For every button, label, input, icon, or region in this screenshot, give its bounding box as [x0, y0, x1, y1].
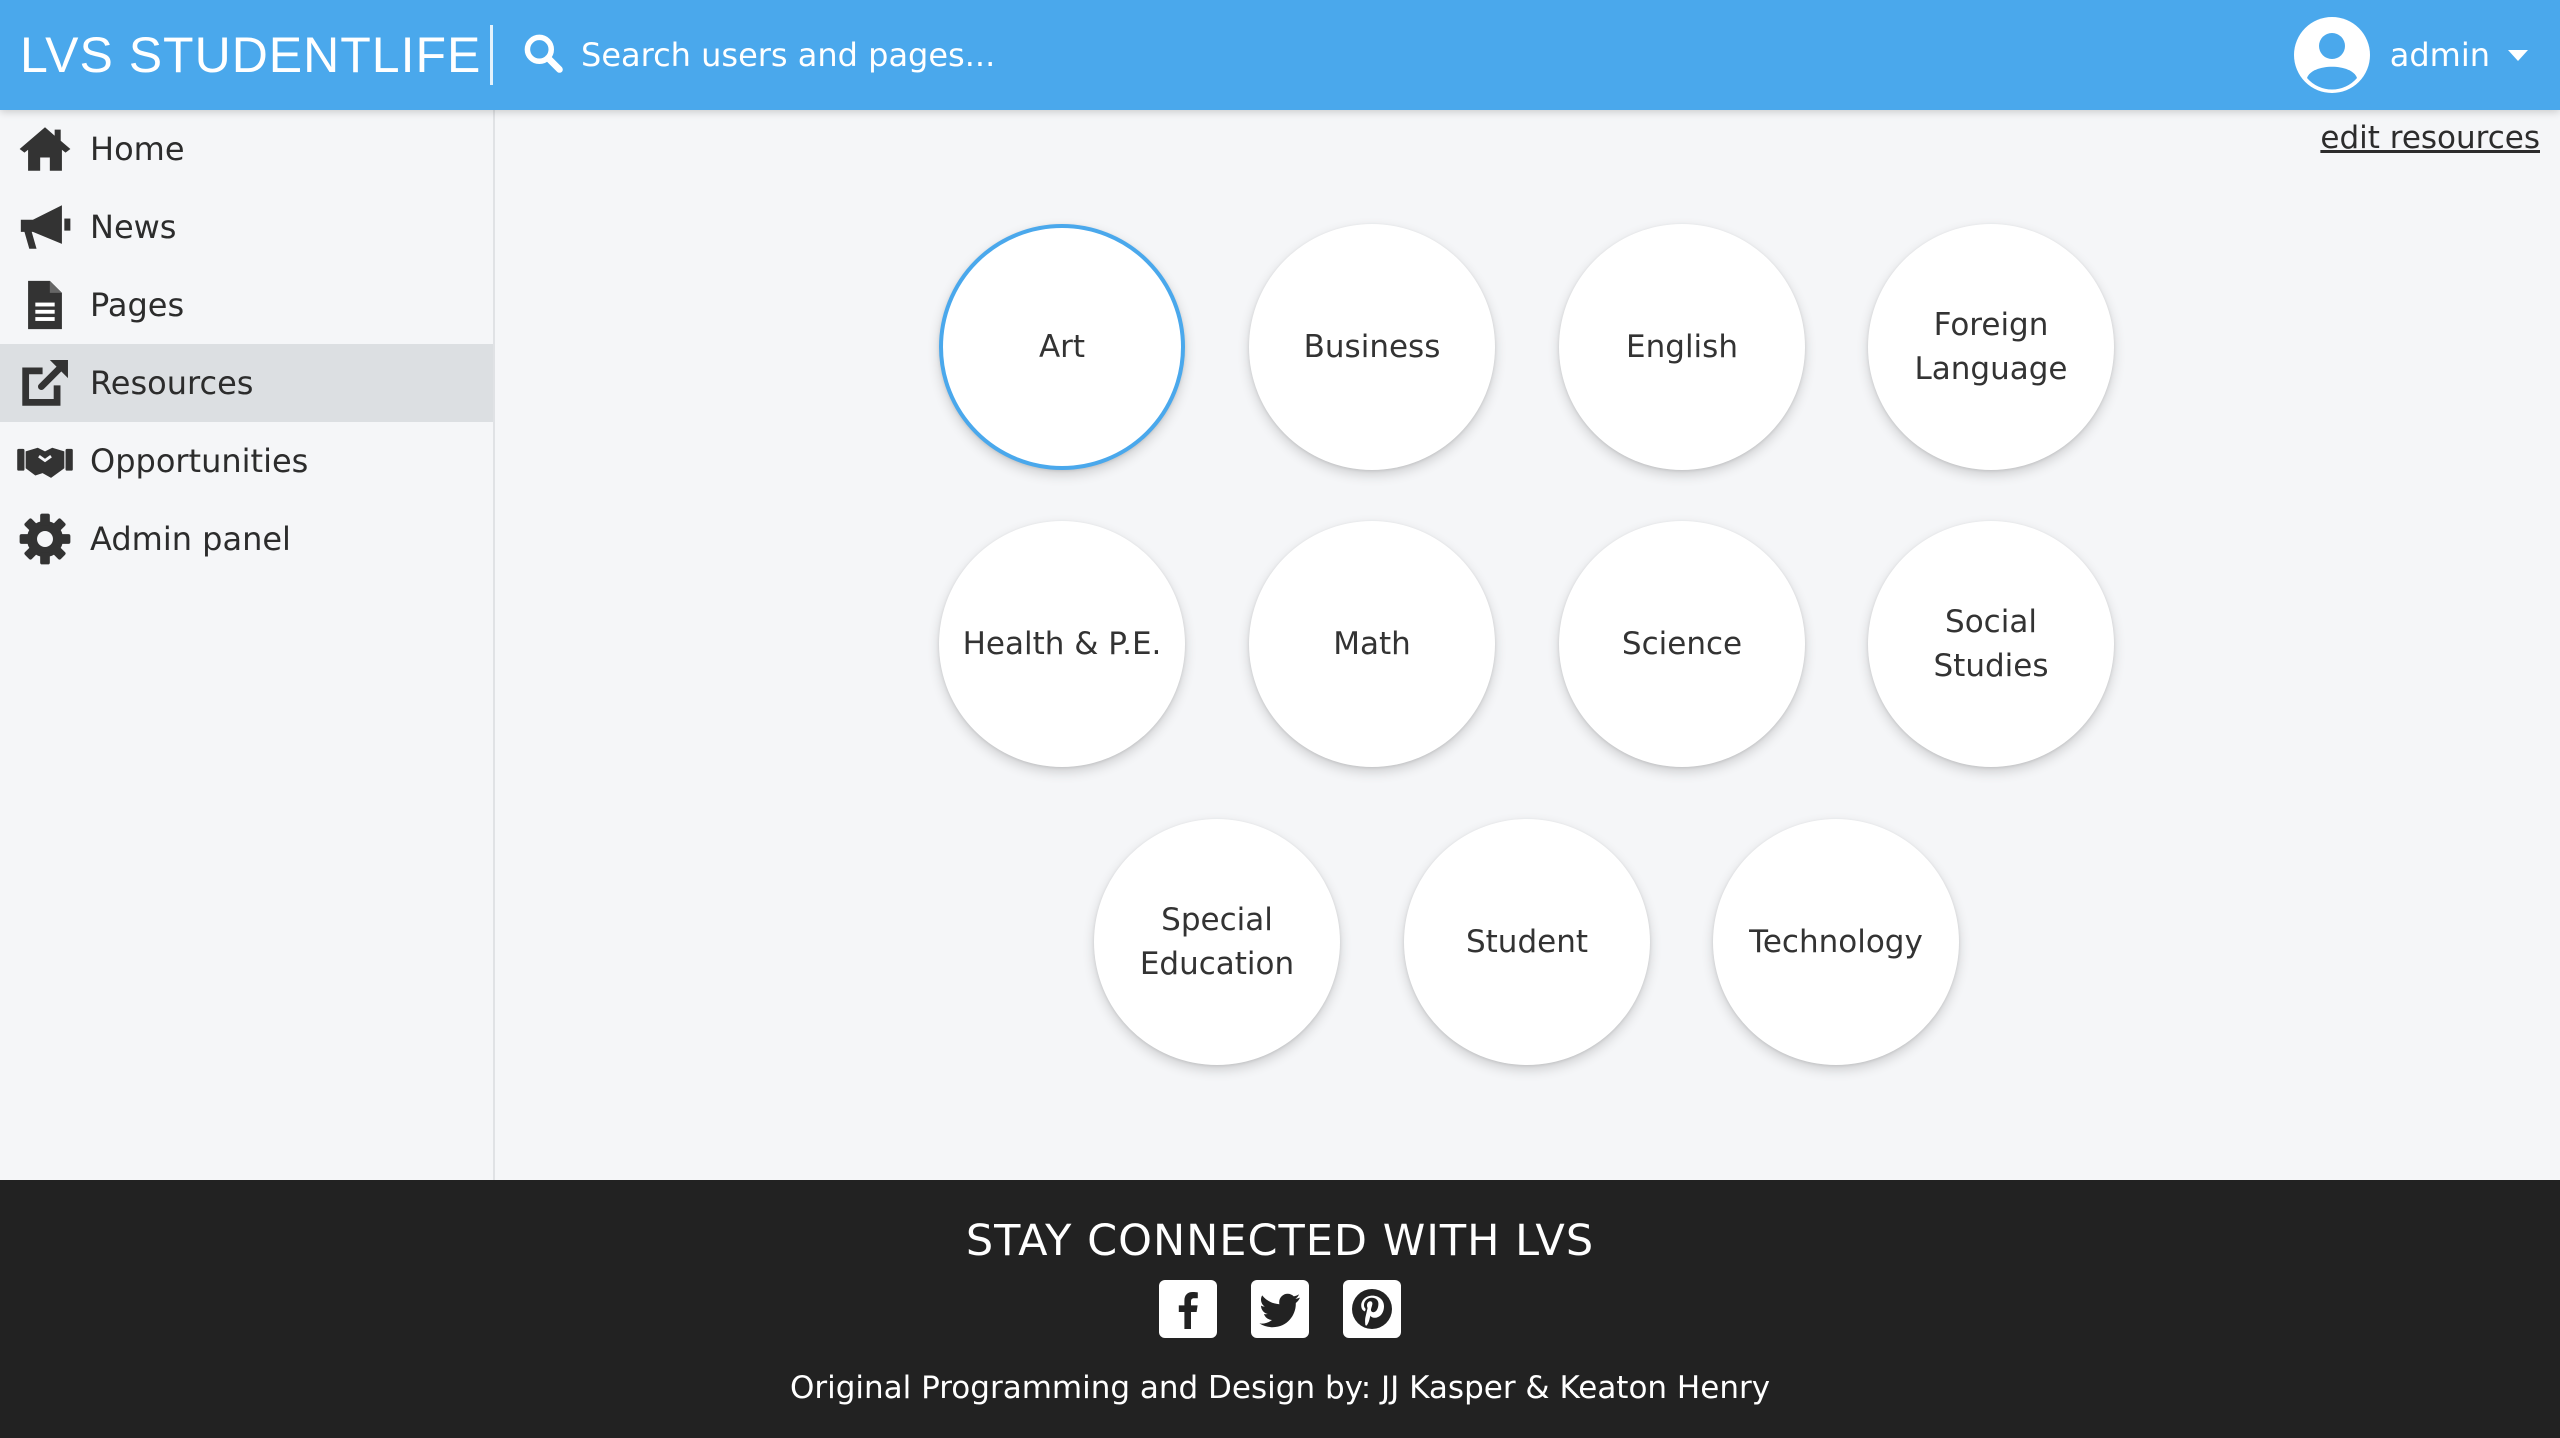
resource-english[interactable]: English [1559, 224, 1805, 470]
resource-label: Special Education [1139, 902, 1295, 982]
resource-label: English [1626, 329, 1738, 365]
sidebar-item-opportunities[interactable]: Opportunities [0, 422, 493, 500]
search-bar [521, 0, 1481, 110]
user-name: admin [2389, 36, 2490, 74]
footer: STAY CONNECTED WITH LVS Original Program… [0, 1180, 2560, 1438]
resource-social-studies[interactable]: Social Studies [1868, 521, 2114, 767]
sidebar-item-home[interactable]: Home [0, 110, 493, 188]
footer-title: STAY CONNECTED WITH LVS [965, 1216, 1595, 1266]
resource-label: Math [1333, 626, 1411, 662]
sidebar-item-resources[interactable]: Resources [0, 344, 493, 422]
resource-label: Business [1303, 329, 1441, 365]
sidebar-item-label: Home [90, 130, 185, 168]
resource-art[interactable]: Art [939, 224, 1185, 470]
home-icon [14, 118, 76, 180]
user-menu[interactable]: admin [2292, 0, 2528, 110]
chevron-down-icon [2508, 49, 2528, 61]
social-links [0, 1280, 2560, 1338]
sidebar-item-label: Admin panel [90, 520, 291, 558]
megaphone-icon [14, 196, 76, 258]
resource-business[interactable]: Business [1249, 224, 1495, 470]
sidebar: Home News Pages Resources Opportunities [0, 110, 495, 1180]
sidebar-item-news[interactable]: News [0, 188, 493, 266]
resource-student[interactable]: Student [1404, 819, 1650, 1065]
resource-label: Health & P.E. [962, 626, 1162, 662]
sidebar-item-pages[interactable]: Pages [0, 266, 493, 344]
brand-logo[interactable]: LVS STUDENTLIFE [0, 26, 490, 84]
resource-technology[interactable]: Technology [1713, 819, 1959, 1065]
external-link-icon [14, 352, 76, 414]
edit-resources-link[interactable]: edit resources [2320, 120, 2540, 156]
resource-foreign-language[interactable]: Foreign Language [1868, 224, 2114, 470]
sidebar-item-label: News [90, 208, 177, 246]
top-bar: LVS STUDENTLIFE admin [0, 0, 2560, 110]
resource-special-education[interactable]: Special Education [1094, 819, 1340, 1065]
pinterest-icon[interactable] [1343, 1280, 1401, 1338]
resource-label: Social Studies [1933, 604, 2049, 684]
facebook-icon[interactable] [1159, 1280, 1217, 1338]
avatar-icon [2292, 15, 2372, 95]
search-icon[interactable] [521, 31, 565, 79]
gear-icon [14, 508, 76, 570]
resource-label: Foreign Language [1914, 307, 2068, 387]
resource-label: Art [1038, 329, 1086, 365]
sidebar-item-admin-panel[interactable]: Admin panel [0, 500, 493, 578]
resource-label: Technology [1749, 924, 1923, 960]
handshake-icon [14, 430, 76, 492]
brand-divider [490, 25, 493, 85]
sidebar-item-label: Pages [90, 286, 185, 324]
document-icon [14, 274, 76, 336]
twitter-icon[interactable] [1251, 1280, 1309, 1338]
resource-science[interactable]: Science [1559, 521, 1805, 767]
sidebar-item-label: Resources [90, 364, 254, 402]
resource-health-pe[interactable]: Health & P.E. [939, 521, 1185, 767]
resource-label: Science [1621, 626, 1743, 662]
footer-credits: Original Programming and Design by: JJ K… [789, 1370, 1771, 1406]
search-input[interactable] [581, 36, 1481, 74]
resource-math[interactable]: Math [1249, 521, 1495, 767]
resource-label: Student [1465, 924, 1589, 960]
sidebar-item-label: Opportunities [90, 442, 309, 480]
